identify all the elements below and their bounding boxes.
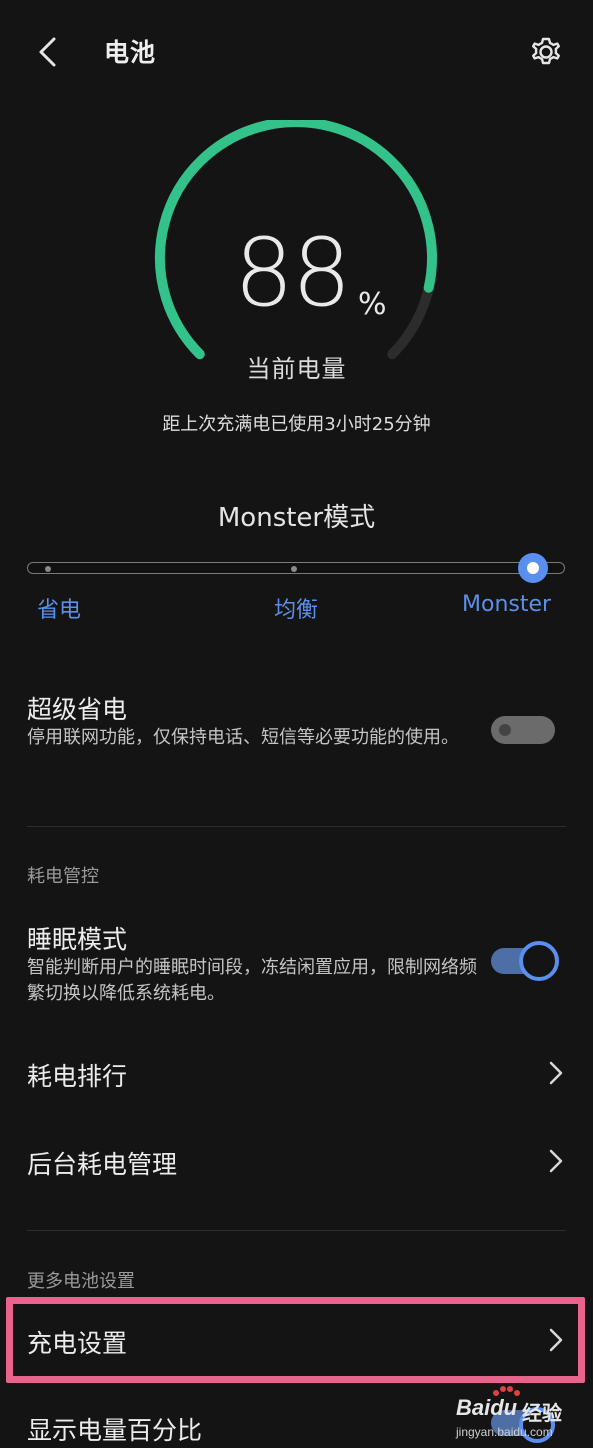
mode-option-monster[interactable]: Monster xyxy=(462,592,551,617)
chevron-right-icon xyxy=(549,1061,563,1085)
chevron-right-icon xyxy=(549,1149,563,1173)
list-item-label: 显示电量百分比 xyxy=(27,1416,203,1445)
battery-level-caption: 当前电量 xyxy=(246,355,347,383)
sleep-mode-description: 智能判断用户的睡眠时间段，冻结闲置应用，限制网络频繁切换以降低系统耗电。 xyxy=(27,957,477,1004)
super-saver-title: 超级省电 xyxy=(27,695,128,724)
super-saver-description: 停用联网功能，仅保持电话、短信等必要功能的使用。 xyxy=(27,727,459,748)
watermark-brand: Baidu xyxy=(456,1395,518,1420)
mode-title: Monster模式 xyxy=(217,503,376,533)
sleep-mode-toggle[interactable] xyxy=(491,941,559,981)
page-title: 电池 xyxy=(104,38,157,67)
toggle-knob xyxy=(519,941,559,981)
list-item-background-power[interactable]: 后台耗电管理 xyxy=(0,1128,593,1198)
battery-settings-screen: 电池 88 % 当前电量 距上次充满电已使用3小时25分钟 Monster模式 … xyxy=(0,0,593,1448)
list-item-label: 后台耗电管理 xyxy=(27,1150,178,1179)
gear-icon xyxy=(532,37,560,65)
divider xyxy=(27,826,566,827)
battery-level-value: 88 xyxy=(234,219,352,328)
watermark-brand-suffix: 经验 xyxy=(522,1401,562,1425)
mode-stop-power-saving[interactable] xyxy=(45,566,51,572)
divider xyxy=(27,1230,566,1231)
baidu-jingyan-watermark: Baidu 经验 jingyan.baidu.com xyxy=(452,1385,590,1445)
highlight-annotation-box xyxy=(6,1297,585,1383)
settings-button[interactable] xyxy=(524,30,568,74)
mode-option-balanced[interactable]: 均衡 xyxy=(274,592,318,624)
list-item-power-ranking[interactable]: 耗电排行 xyxy=(0,1040,593,1110)
mode-option-power-saving[interactable]: 省电 xyxy=(37,592,81,624)
list-item-label: 耗电排行 xyxy=(27,1062,128,1091)
section-header-more-settings: 更多电池设置 xyxy=(27,1271,135,1292)
mode-stop-balanced[interactable] xyxy=(291,566,297,572)
super-saver-toggle[interactable] xyxy=(491,716,555,744)
header: 电池 xyxy=(0,0,593,104)
toggle-knob xyxy=(499,724,511,736)
usage-since-full-charge: 距上次充满电已使用3小时25分钟 xyxy=(162,414,431,435)
watermark-url: jingyan.baidu.com xyxy=(456,1425,553,1439)
chevron-left-icon xyxy=(39,37,56,67)
section-header-power-control: 耗电管控 xyxy=(27,866,99,887)
battery-level-unit: % xyxy=(358,287,387,322)
mode-slider-thumb[interactable] xyxy=(518,553,548,583)
mode-slider-track[interactable] xyxy=(27,562,565,574)
sleep-mode-title: 睡眠模式 xyxy=(27,925,128,954)
back-button[interactable] xyxy=(28,28,68,76)
